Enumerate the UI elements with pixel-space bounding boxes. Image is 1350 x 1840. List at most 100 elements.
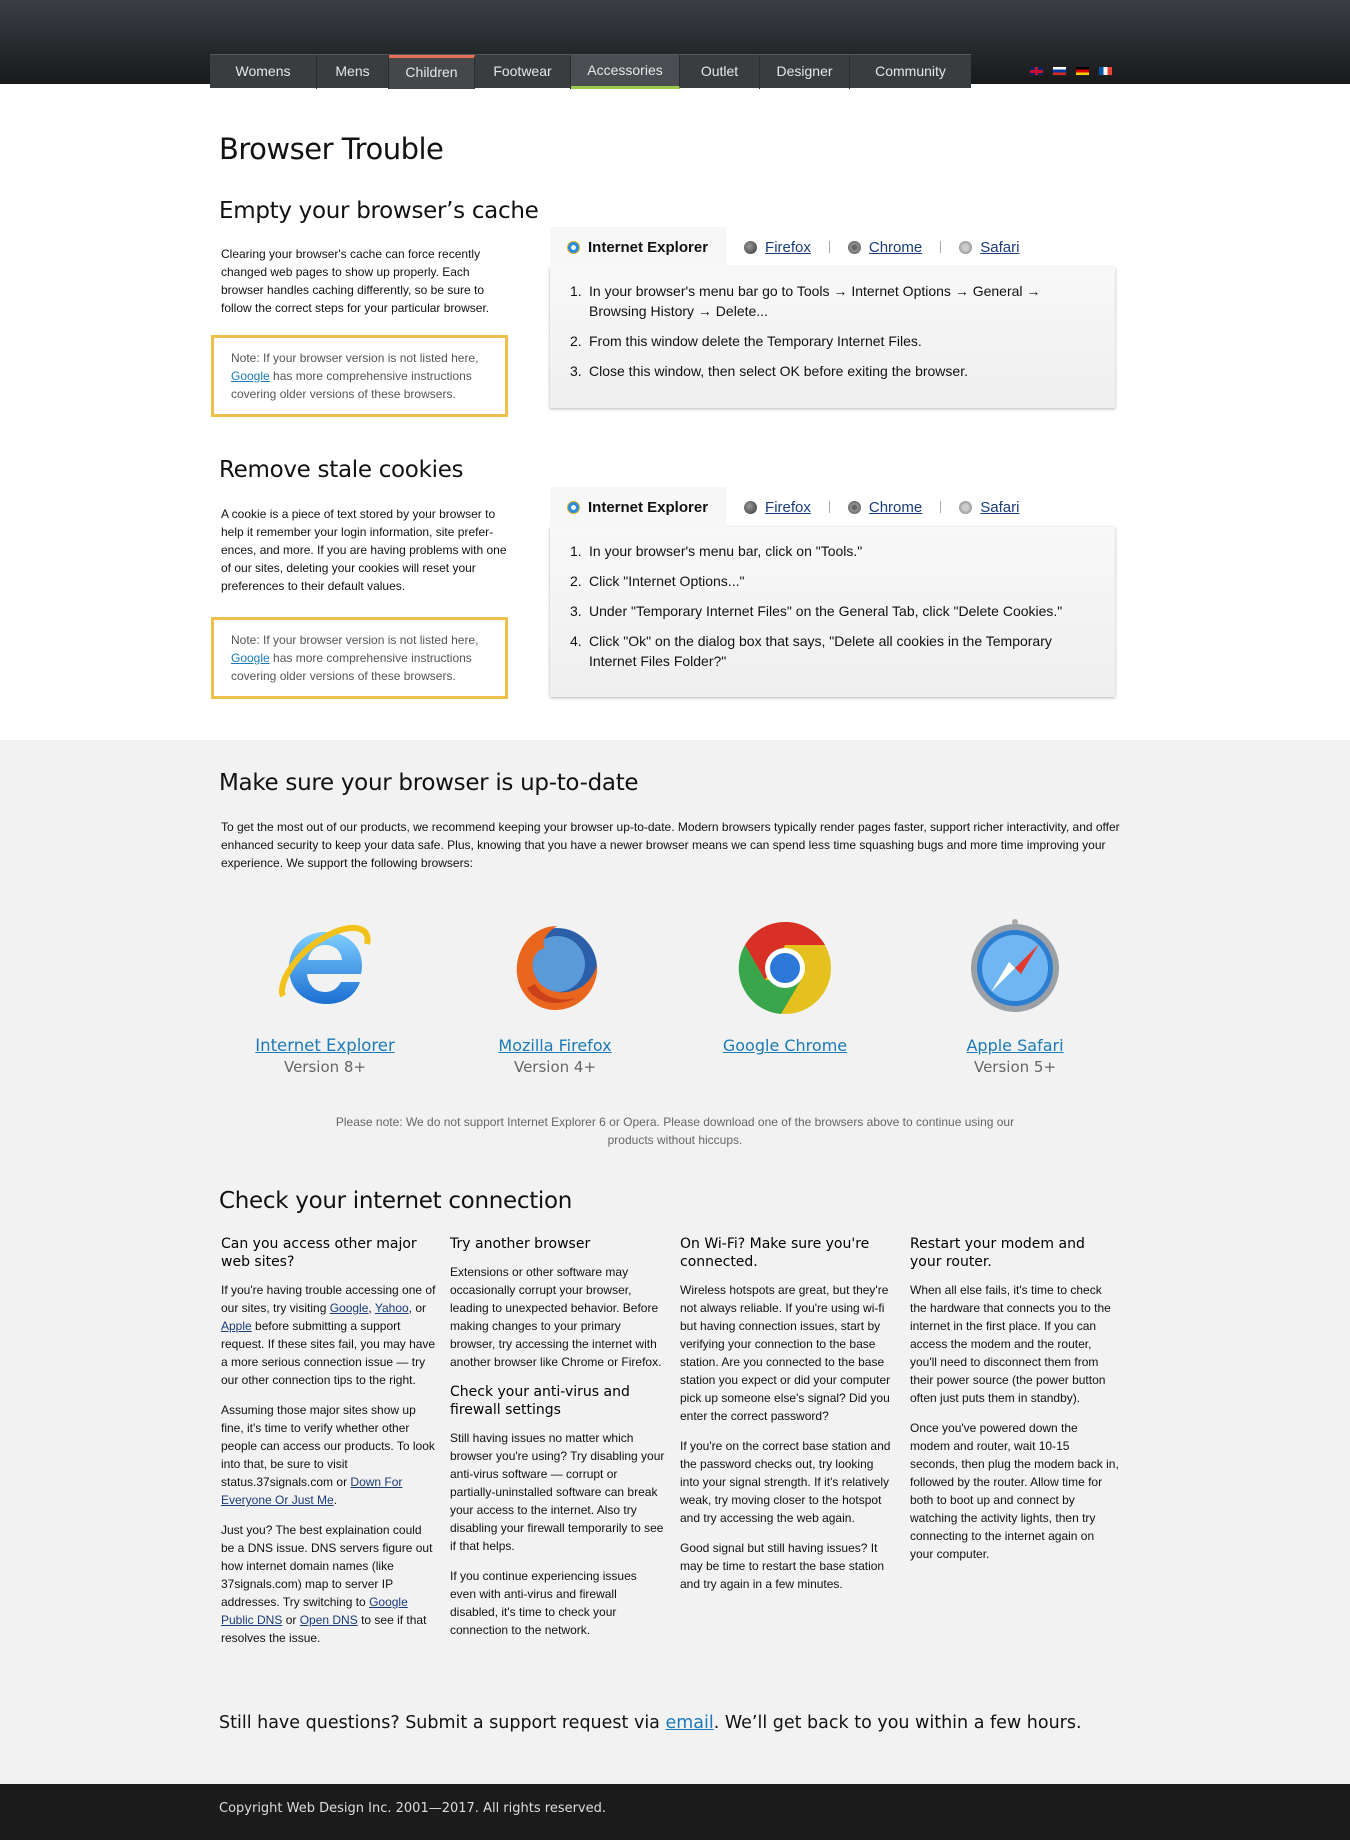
step: Under "Temporary Internet Files" on the … <box>570 601 1063 621</box>
browser-firefox-version: Version 4+ <box>513 1058 597 1076</box>
safari-icon <box>959 500 973 514</box>
language-selector <box>1029 66 1113 76</box>
nav-item-designer[interactable]: Designer <box>760 55 850 89</box>
cookies-heading: Remove stale cookies <box>219 457 464 483</box>
text: Still have questions? Submit a support r… <box>219 1713 666 1733</box>
safari-logo-icon <box>965 918 1065 1018</box>
col-paragraph: If you're on the correct base station an… <box>680 1439 891 1525</box>
nav-item-accessories[interactable]: Accessories <box>571 55 680 89</box>
step: In your browser's menu bar, click on "To… <box>570 541 863 561</box>
cache-tab-safari[interactable]: Safari <box>941 227 1037 267</box>
text: Assuming those major sites show up fine,… <box>221 1403 435 1489</box>
tab-label: Firefox <box>765 238 811 256</box>
browser-ie-link[interactable]: Internet Explorer <box>210 1036 440 1055</box>
ie-icon <box>567 500 580 514</box>
col-title: Check your anti-virus and firewall setti… <box>450 1384 630 1418</box>
flag-france-icon[interactable] <box>1098 66 1113 76</box>
ie-icon <box>567 240 580 254</box>
tab-label: Safari <box>980 238 1020 256</box>
cookies-note: Note: If your browser version is not lis… <box>211 617 508 699</box>
chrome-logo-icon <box>735 918 835 1018</box>
cache-note-google-link[interactable]: Google <box>231 369 270 383</box>
step: From this window delete the Temporary In… <box>570 331 922 351</box>
col-paragraph: If you continue experiencing issues even… <box>450 1569 637 1637</box>
tab-label: Safari <box>980 498 1020 516</box>
chrome-icon <box>847 500 861 514</box>
col-paragraph: Still having issues no matter which brow… <box>450 1431 665 1553</box>
col-paragraph: Wireless hotspots are great, but they're… <box>680 1283 891 1423</box>
cookies-tab-firefox[interactable]: Firefox <box>726 487 829 527</box>
cache-tab-firefox[interactable]: Firefox <box>726 227 829 267</box>
main-nav: Womens Mens Children Footwear Accessorie… <box>210 54 971 89</box>
cache-tab-chrome[interactable]: Chrome <box>830 227 940 267</box>
nav-item-community[interactable]: Community <box>850 55 971 89</box>
nav-item-footwear[interactable]: Footwear <box>475 55 571 89</box>
cache-intro: Clearing your browser's cache can force … <box>221 247 490 315</box>
cookies-browser-tabs: Internet Explorer Firefox Chrome Safari … <box>550 487 1115 697</box>
browser-safari-version: Version 5+ <box>973 1058 1057 1076</box>
cache-tab-ie[interactable]: Internet Explorer <box>550 227 727 267</box>
internet-explorer-logo-icon <box>275 918 375 1018</box>
yahoo-link[interactable]: Yahoo <box>375 1301 409 1315</box>
connection-heading: Check your internet connection <box>219 1188 573 1214</box>
connection-col-wifi: On Wi-Fi? Make sure you're connected. Wi… <box>680 1235 895 1605</box>
support-request-line: Still have questions? Submit a support r… <box>219 1713 1082 1733</box>
text: , or <box>408 1301 427 1315</box>
tab-label: Chrome <box>868 238 923 256</box>
nav-item-womens[interactable]: Womens <box>210 55 317 89</box>
cache-heading: Empty your browser’s cache <box>219 198 539 224</box>
cookies-steps-panel: In your browser's menu bar, click on "To… <box>550 527 1115 697</box>
cache-note: Note: If your browser version is not lis… <box>211 335 508 417</box>
gray-section <box>0 740 1350 1784</box>
cache-steps-panel: In your browser's menu bar go to Tools →… <box>550 267 1115 408</box>
col-paragraph: When all else fails, it's time to check … <box>910 1283 1111 1405</box>
cookies-tab-ie[interactable]: Internet Explorer <box>550 487 727 527</box>
col-paragraph: Good signal but still having issues? It … <box>680 1541 885 1591</box>
copyright: Copyright Web Design Inc. 2001—2017. All… <box>219 1801 607 1816</box>
col-title: Try another browser <box>450 1236 591 1252</box>
cookies-note-google-link[interactable]: Google <box>231 651 270 665</box>
browser-firefox: Mozilla Firefox Version 4+ <box>440 918 670 1076</box>
col-paragraph: Once you've powered down the modem and r… <box>910 1421 1119 1561</box>
step: Click "Internet Options..." <box>570 571 745 591</box>
cookies-intro: A cookie is a piece of text stored by yo… <box>221 507 507 593</box>
email-link[interactable]: email <box>665 1713 713 1733</box>
step: Close this window, then select OK before… <box>570 361 968 381</box>
nav-item-mens[interactable]: Mens <box>317 55 389 89</box>
chrome-icon <box>847 240 861 254</box>
browser-chrome-link[interactable]: Google Chrome <box>670 1036 900 1055</box>
nav-item-children[interactable]: Children <box>389 55 475 89</box>
cache-note-text: Note: If your browser version is not lis… <box>231 351 479 365</box>
flag-germany-icon[interactable] <box>1075 66 1090 76</box>
firefox-logo-icon <box>505 918 605 1018</box>
cache-browser-tabs: Internet Explorer Firefox Chrome Safari … <box>550 227 1115 408</box>
tab-label: Internet Explorer <box>588 498 709 516</box>
footer: Copyright Web Design Inc. 2001—2017. All… <box>0 1784 1350 1840</box>
browser-ie: Internet Explorer Version 8+ <box>210 918 440 1076</box>
cookies-tab-safari[interactable]: Safari <box>941 487 1037 527</box>
update-intro: To get the most out of our products, we … <box>221 820 1120 870</box>
connection-col-modem: Restart your modem and your router. When… <box>910 1235 1120 1575</box>
step: Click "Ok" on the dialog box that says, … <box>570 631 1052 669</box>
col-paragraph: Assuming those major sites show up fine,… <box>221 1401 437 1509</box>
col-title: Restart your modem and your router. <box>910 1236 1085 1270</box>
col-paragraph: Extensions or other software may occasio… <box>450 1265 662 1369</box>
google-link[interactable]: Google <box>330 1301 369 1315</box>
top-header: Womens Mens Children Footwear Accessorie… <box>0 0 1350 89</box>
connection-col-browser: Try another browser Extensions or other … <box>450 1235 665 1651</box>
text: or <box>282 1613 300 1627</box>
open-dns-link[interactable]: Open DNS <box>300 1613 358 1627</box>
col-title: Can you access other major web sites? <box>221 1236 417 1270</box>
browser-safari-link[interactable]: Apple Safari <box>900 1036 1130 1055</box>
apple-link[interactable]: Apple <box>221 1319 252 1333</box>
nav-item-outlet[interactable]: Outlet <box>680 55 760 89</box>
cookies-tab-chrome[interactable]: Chrome <box>830 487 940 527</box>
browser-ie-version: Version 8+ <box>283 1058 367 1076</box>
flag-uk-icon[interactable] <box>1029 66 1044 76</box>
col-title: On Wi-Fi? Make sure you're connected. <box>680 1236 870 1270</box>
browser-firefox-link[interactable]: Mozilla Firefox <box>440 1036 670 1055</box>
text: . <box>333 1493 338 1507</box>
flag-russia-icon[interactable] <box>1052 66 1067 76</box>
firefox-icon <box>744 500 758 514</box>
safari-icon <box>959 240 973 254</box>
